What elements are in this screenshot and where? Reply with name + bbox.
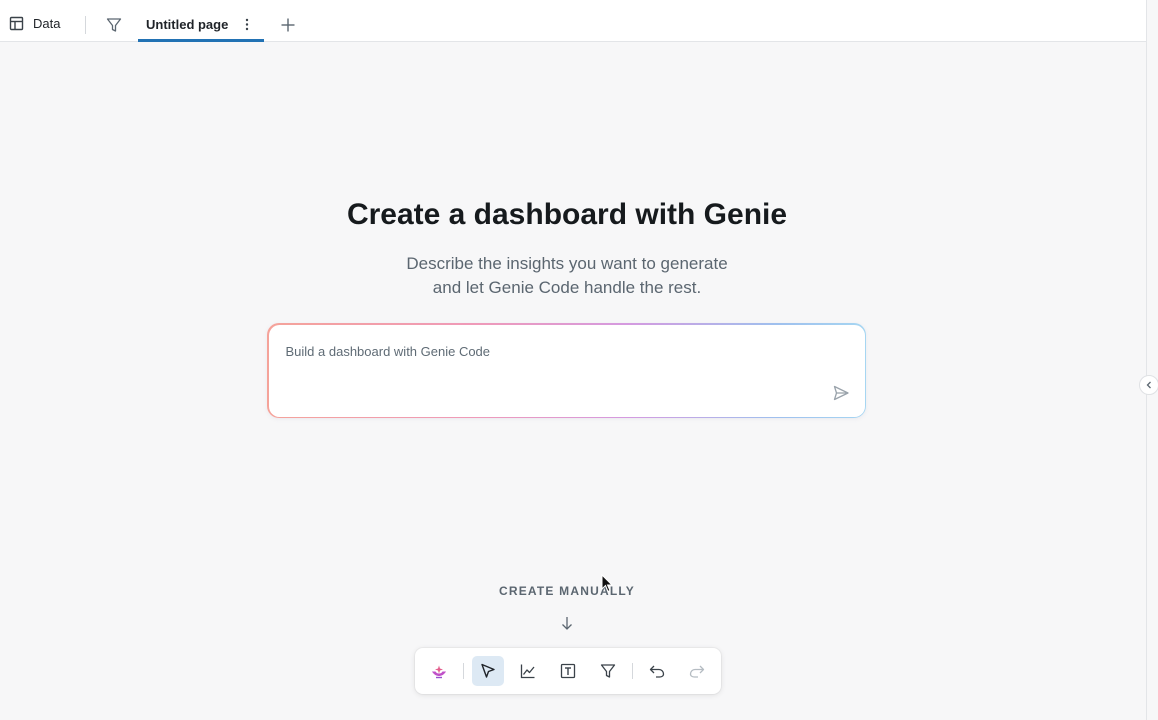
data-tab[interactable]: Data [9, 11, 60, 35]
tab-untitled-page[interactable]: Untitled page [138, 0, 264, 42]
filter-icon [600, 664, 616, 678]
create-manually-label: CREATE MANUALLY [498, 584, 635, 598]
dashboard-editor: Data Untitled page Create a dashboard wi… [0, 0, 1158, 720]
active-tab-indicator [138, 39, 264, 42]
data-tab-label: Data [33, 15, 61, 31]
select-tool-button[interactable] [472, 656, 504, 686]
undo-button[interactable] [641, 656, 673, 686]
genie-prompt-box[interactable]: Build a dashboard with Genie Code [267, 323, 866, 418]
chevron-left-icon [1146, 381, 1151, 389]
toolbar-divider [632, 663, 633, 679]
add-filter-button[interactable] [592, 656, 624, 686]
page-tab-label: Untitled page [146, 17, 229, 32]
canvas-toolbar [415, 648, 721, 694]
select-icon [481, 663, 495, 678]
subtitle-line-1: Describe the insights you want to genera… [406, 254, 728, 273]
genie-prompt-input[interactable]: Build a dashboard with Genie Code [268, 324, 865, 417]
mouse-cursor-icon [601, 573, 614, 593]
table-icon [9, 16, 24, 31]
chart-icon [520, 664, 535, 679]
page-tab-bar: Data Untitled page [0, 0, 1146, 42]
more-options-icon[interactable] [242, 17, 252, 33]
filter-icon [106, 18, 122, 32]
genie-button[interactable] [423, 656, 455, 686]
global-filters-button[interactable] [105, 16, 123, 34]
toolbar-divider [463, 663, 464, 679]
redo-icon [689, 665, 705, 678]
send-button[interactable] [832, 384, 850, 402]
page-subtitle: Describe the insights you want to genera… [0, 252, 1134, 300]
add-text-button[interactable] [552, 656, 584, 686]
arrow-down-icon [559, 615, 575, 631]
undo-icon [649, 665, 665, 678]
right-panel-border [1146, 0, 1147, 720]
add-page-button[interactable] [279, 16, 297, 34]
subtitle-line-2: and let Genie Code handle the rest. [432, 278, 702, 297]
prompt-placeholder: Build a dashboard with Genie Code [285, 343, 491, 359]
text-icon [560, 663, 576, 679]
expand-panel-button[interactable] [1139, 375, 1158, 395]
add-visualization-button[interactable] [512, 656, 544, 686]
page-title: Create a dashboard with Genie [346, 198, 788, 231]
genie-icon [432, 665, 446, 679]
tab-divider [85, 16, 86, 34]
send-icon [833, 385, 849, 400]
redo-button[interactable] [681, 656, 713, 686]
plus-icon [281, 18, 295, 32]
